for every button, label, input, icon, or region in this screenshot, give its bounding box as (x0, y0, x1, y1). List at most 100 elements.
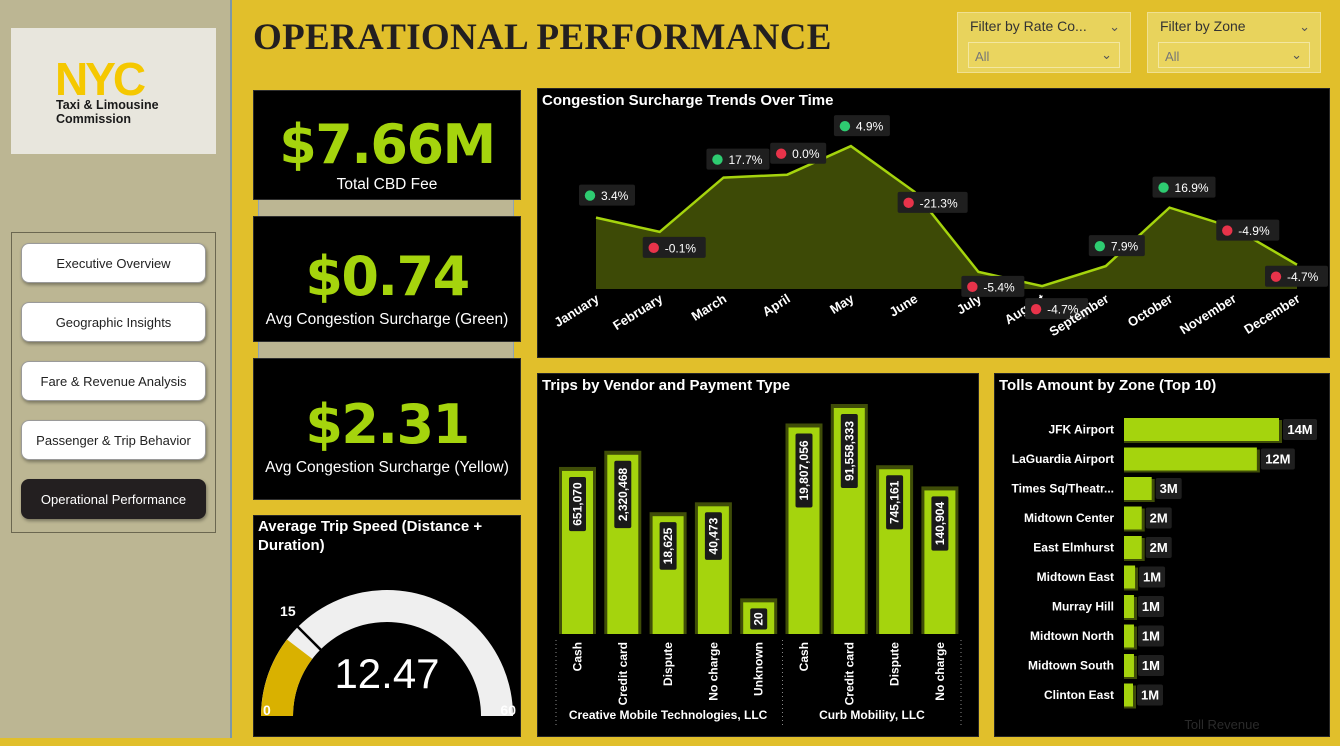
zone-filter-title: Filter by Zone (1160, 18, 1246, 34)
pct-change-label: -0.1% (665, 241, 697, 255)
toll-bar[interactable] (1124, 506, 1142, 530)
nav-executive-overview-button[interactable]: Executive Overview (21, 243, 206, 283)
logo-line-1: Taxi & Limousine (56, 98, 159, 112)
pct-change-label: 17.7% (728, 153, 762, 167)
zone-label: East Elmhurst (1033, 541, 1114, 555)
x-tick-label: December (1241, 291, 1302, 337)
payment-type-label: Credit card (842, 642, 856, 705)
payment-type-label: No charge (933, 642, 947, 701)
bar-value-label: 40,473 (706, 517, 720, 554)
chevron-down-icon: ⌄ (1291, 47, 1302, 62)
pct-change-label: 16.9% (1175, 181, 1209, 195)
bar-value-label: 2,320,468 (616, 467, 630, 521)
congestion-trend-chart[interactable]: January 3.4% February -0.1% March 17.7% April 0… (538, 89, 1331, 359)
zone-filter[interactable]: Filter by Zone ⌄ All ⌄ (1147, 12, 1321, 73)
card-spacer (258, 342, 514, 358)
zone-filter-value: All (1165, 49, 1180, 64)
nav-operational-performance-button[interactable]: Operational Performance (21, 479, 206, 519)
x-tick-label: May (827, 290, 857, 317)
pct-change-label: -21.3% (920, 196, 958, 210)
gauge-min-label: 0 (263, 702, 271, 718)
vendor-payment-panel: Trips by Vendor and Payment Type 651,070… (537, 373, 979, 737)
bar-value-label: 745,161 (888, 480, 902, 524)
total-cbd-fee-card: $7.66M Total CBD Fee (253, 90, 521, 200)
pct-change-label: 3.4% (601, 189, 629, 203)
zone-label: Midtown Center (1024, 511, 1114, 525)
payment-type-label: Dispute (661, 642, 675, 686)
payment-type-label: No charge (706, 642, 720, 701)
trend-down-icon (1270, 271, 1282, 282)
trip-speed-gauge[interactable]: 15 12.47 0 60 (254, 516, 522, 738)
rate-filter-value: All (975, 49, 990, 64)
pct-change-label: 7.9% (1111, 240, 1139, 254)
zone-label: Midtown North (1030, 629, 1114, 643)
toll-bar[interactable] (1124, 624, 1134, 648)
green-surcharge-value: $0.74 (305, 245, 470, 308)
toll-value-label: 14M (1287, 422, 1312, 437)
yellow-surcharge-value: $2.31 (305, 393, 470, 456)
trend-down-icon (1030, 303, 1042, 315)
pct-change-label: -4.7% (1287, 270, 1319, 284)
bar-value-label: 651,070 (571, 482, 585, 526)
vendor-payment-chart[interactable]: 651,070 Cash 2,320,468 Credit card 18,625 Dis… (538, 374, 980, 738)
toll-value-label: 1M (1142, 658, 1160, 673)
chevron-down-icon: ⌄ (1101, 47, 1112, 62)
nav-geographic-insights-button[interactable]: Geographic Insights (21, 302, 206, 342)
total-cbd-fee-label: Total CBD Fee (336, 176, 438, 193)
toll-bar[interactable] (1124, 683, 1133, 707)
zone-filter-dropdown[interactable]: All ⌄ (1158, 42, 1310, 68)
zone-label: Murray Hill (1052, 600, 1114, 614)
rate-filter-dropdown[interactable]: All ⌄ (968, 42, 1120, 68)
zone-label: Midtown East (1037, 570, 1114, 584)
logo-line-2: Commission (56, 112, 132, 126)
payment-type-label: Cash (571, 642, 585, 671)
toll-bar[interactable] (1124, 565, 1136, 589)
card-spacer (258, 200, 514, 216)
x-tick-label: January (551, 290, 602, 330)
gauge-target-label: 15 (280, 603, 296, 619)
x-tick-label: June (887, 291, 921, 320)
pct-change-label: -5.4% (983, 280, 1015, 294)
nyc-tlc-logo: NYC Taxi & Limousine Commission (11, 28, 216, 154)
tolls-zone-chart[interactable]: JFK Airport 14M LaGuardia Airport 12M Times … (995, 374, 1331, 738)
x-tick-label: October (1125, 291, 1175, 330)
rate-code-filter[interactable]: Filter by Rate Co... ⌄ All ⌄ (957, 12, 1131, 73)
yellow-surcharge-label: Avg Congestion Surcharge (Yellow) (265, 459, 509, 476)
toll-bar[interactable] (1124, 595, 1134, 618)
sidebar: NYC Taxi & Limousine Commission Executiv… (0, 0, 232, 738)
toll-value-label: 1M (1142, 599, 1160, 614)
toll-value-label: 2M (1150, 511, 1168, 526)
trend-up-icon (1158, 182, 1169, 193)
toll-value-label: 2M (1150, 540, 1168, 555)
gauge-max-label: 60 (500, 702, 516, 718)
navigation-panel: Executive Overview Geographic Insights F… (11, 232, 216, 533)
toll-bar[interactable] (1124, 536, 1142, 559)
bar-value-label: 19,807,056 (797, 440, 811, 500)
pct-change-label: 0.0% (792, 147, 820, 161)
vendor-name-label: Creative Mobile Technologies, LLC (569, 708, 768, 722)
toll-bar[interactable] (1124, 477, 1152, 500)
pct-change-label: -4.9% (1238, 224, 1270, 238)
total-cbd-fee-value: $7.66M (279, 113, 496, 176)
trend-area-fill (596, 146, 1297, 289)
toll-bar[interactable] (1124, 654, 1134, 677)
payment-type-label: Cash (797, 642, 811, 671)
svg-text:NYC: NYC (55, 56, 145, 100)
toll-value-label: 1M (1141, 688, 1159, 703)
chevron-down-icon[interactable]: ⌄ (1299, 19, 1310, 35)
tolls-zone-panel: Tolls Amount by Zone (Top 10) JFK Airpor… (994, 373, 1330, 737)
chevron-down-icon[interactable]: ⌄ (1109, 19, 1120, 35)
nav-passenger-trip-button[interactable]: Passenger & Trip Behavior (21, 420, 206, 460)
toll-bar[interactable] (1124, 418, 1279, 441)
trend-down-icon (1222, 225, 1233, 236)
toll-bar[interactable] (1124, 447, 1257, 471)
congestion-trend-panel: Congestion Surcharge Trends Over Time Ja… (537, 88, 1330, 358)
zone-label: Times Sq/Theatr... (1012, 482, 1114, 496)
bar-value-label: 18,625 (661, 527, 675, 564)
zone-label: JFK Airport (1048, 423, 1114, 437)
nav-fare-revenue-button[interactable]: Fare & Revenue Analysis (21, 361, 206, 401)
x-tick-label: April (760, 291, 793, 319)
trend-up-icon (584, 190, 596, 201)
trend-down-icon (903, 197, 914, 209)
vendor-name-label: Curb Mobility, LLC (819, 708, 925, 722)
